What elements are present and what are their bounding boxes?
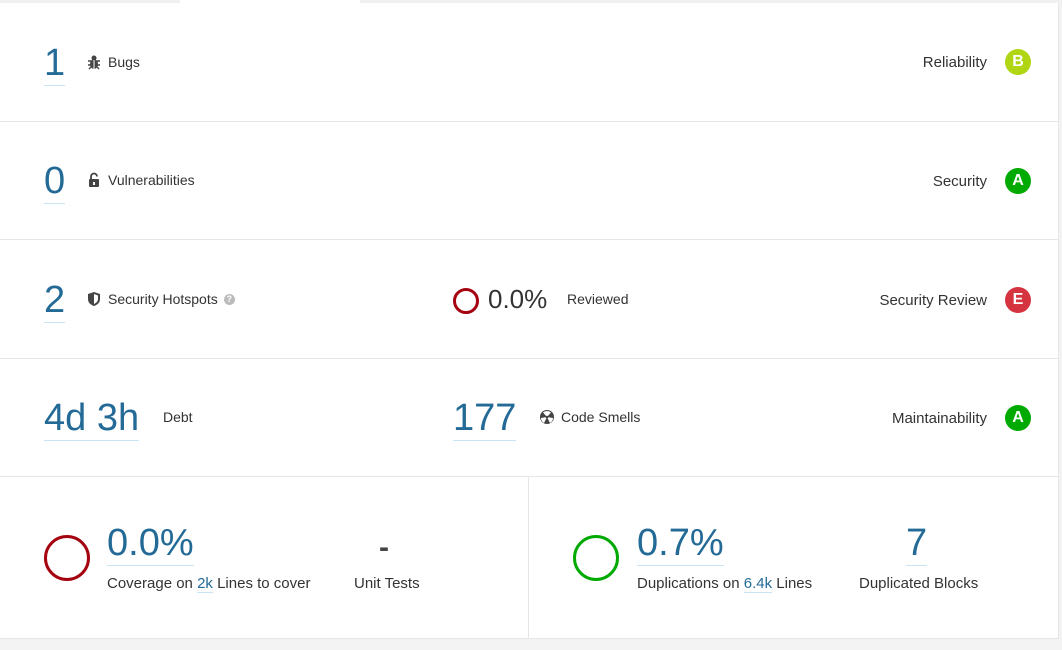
security-label: Security (932, 173, 987, 190)
lock-open-icon (89, 172, 99, 187)
duplicated-lines-link[interactable]: 6.4k (743, 575, 773, 593)
shield-icon (88, 292, 100, 306)
duplications-caption: Duplications on 6.4k Lines (637, 575, 813, 593)
security-row: 0 Vulnerabilities Security A (0, 121, 1058, 240)
code-smell-icon (540, 410, 554, 424)
vulnerabilities-count-link[interactable]: 0 (44, 161, 66, 204)
bugs-label: Bugs (86, 54, 140, 70)
debt-label: Debt (163, 409, 193, 425)
reviewed-ring-icon (453, 288, 479, 314)
help-icon[interactable]: ? (223, 293, 235, 305)
security-rating-badge[interactable]: A (1005, 168, 1031, 194)
code-smells-label: Code Smells (539, 409, 640, 425)
maintainability-rating-badge[interactable]: A (1005, 405, 1031, 431)
reviewed-label: Reviewed (567, 291, 629, 307)
maintainability-row: 4d 3h Debt 177 Code Smells Maintainabili… (0, 358, 1058, 477)
reliability-rating-badge[interactable]: B (1005, 49, 1031, 75)
debt-value-link[interactable]: 4d 3h (44, 398, 140, 441)
coverage-caption: Coverage on 2k Lines to cover (107, 575, 311, 593)
hotspots-row: 2 Security Hotspots ? 0.0% Reviewed Secu… (0, 240, 1058, 359)
security-review-label: Security Review (879, 292, 987, 309)
duplicated-blocks-label: Duplicated Blocks (859, 575, 979, 592)
duplicated-blocks-link[interactable]: 7 (906, 523, 928, 566)
unit-tests-label: Unit Tests (354, 575, 420, 592)
maintainability-label: Maintainability (891, 410, 987, 427)
duplications-value-link[interactable]: 0.7% (637, 523, 724, 566)
reviewed-value[interactable]: 0.0% (488, 284, 547, 315)
hotspots-label: Security Hotspots ? (86, 291, 235, 307)
hotspots-count-link[interactable]: 2 (44, 280, 66, 323)
coverage-ring-icon (44, 535, 90, 581)
security-review-rating-badge[interactable]: E (1005, 287, 1031, 313)
unit-tests-value: - (379, 531, 389, 564)
section-divider (528, 476, 529, 638)
duplications-ring-icon (573, 535, 619, 581)
vulnerabilities-label: Vulnerabilities (86, 172, 195, 188)
reliability-label: Reliability (922, 54, 987, 71)
bug-icon (88, 55, 100, 70)
overview-panel: 1 Bugs Reliability B 0 Vulnerabilities S… (0, 3, 1059, 639)
bugs-count-link[interactable]: 1 (44, 43, 66, 86)
code-smells-count-link[interactable]: 177 (453, 398, 517, 441)
coverage-value-link[interactable]: 0.0% (107, 523, 194, 566)
lines-to-cover-link[interactable]: 2k (197, 575, 213, 593)
reliability-row: 1 Bugs Reliability B (0, 3, 1058, 122)
